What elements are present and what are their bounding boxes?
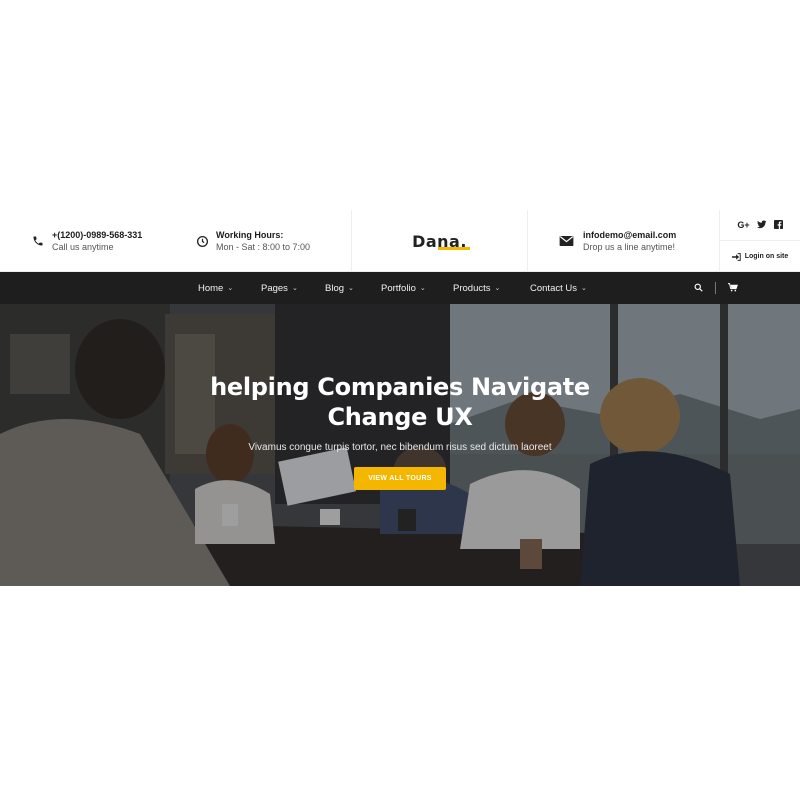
hero-banner: helping Companies Navigate Change UX Viv… bbox=[0, 304, 800, 586]
phone-icon bbox=[30, 233, 46, 249]
chevron-down-icon: ⌄ bbox=[494, 285, 501, 292]
nav-item-label: Blog bbox=[325, 282, 345, 294]
chevron-down-icon: ⌄ bbox=[227, 285, 234, 292]
nav-item-label: Home bbox=[198, 282, 224, 294]
google-plus-icon[interactable]: G+ bbox=[737, 220, 749, 230]
chevron-down-icon: ⌄ bbox=[581, 285, 587, 292]
hero-title: helping Companies Navigate Change UX bbox=[0, 372, 800, 432]
email-info[interactable]: infodemo@email.com Drop us a line anytim… bbox=[558, 210, 718, 272]
site-logo[interactable]: Dana. bbox=[412, 232, 470, 251]
working-hours-value: Mon - Sat : 8:00 to 7:00 bbox=[216, 241, 311, 252]
envelope-icon bbox=[558, 233, 574, 249]
phone-caption: Call us anytime bbox=[52, 241, 114, 252]
hero-title-line-2: Change UX bbox=[327, 403, 473, 431]
nav-item-label: Products bbox=[453, 282, 491, 294]
chevron-down-icon: ⌄ bbox=[419, 285, 426, 292]
divider bbox=[527, 210, 528, 272]
nav-item-pages[interactable]: Pages ⌄ bbox=[261, 272, 298, 304]
cart-icon[interactable] bbox=[728, 279, 738, 297]
main-navigation: Home ⌄ Pages ⌄ Blog ⌄ Portfolio ⌄ Produc… bbox=[0, 272, 800, 304]
email-caption: Drop us a line anytime! bbox=[583, 241, 676, 252]
login-label: Login on site bbox=[744, 253, 789, 260]
twitter-icon[interactable]: t bbox=[756, 219, 767, 231]
top-info-bar: +(1200)-0989-568-331 Call us anytime Wor… bbox=[0, 210, 800, 272]
clock-icon bbox=[194, 233, 210, 249]
sign-in-icon bbox=[731, 248, 741, 266]
nav-item-portfolio[interactable]: Portfolio ⌄ bbox=[381, 272, 426, 304]
working-hours-info: Working Hours: Mon - Sat : 8:00 to 7:00 bbox=[194, 210, 344, 272]
hero-subtitle: Vivamus congue turpis tortor, nec bibend… bbox=[248, 442, 552, 453]
nav-item-products[interactable]: Products ⌄ bbox=[453, 272, 500, 304]
chevron-down-icon: ⌄ bbox=[291, 285, 298, 292]
nav-item-label: Portfolio bbox=[381, 282, 416, 294]
email-address: infodemo@email.com bbox=[583, 229, 677, 240]
nav-item-label: Contact Us bbox=[530, 282, 577, 294]
facebook-icon[interactable]: f bbox=[773, 219, 783, 231]
view-all-tours-button[interactable]: VIEW ALL TOURS bbox=[354, 467, 446, 490]
nav-item-label: Pages bbox=[261, 282, 288, 294]
tool-separator bbox=[715, 282, 716, 294]
search-icon[interactable] bbox=[694, 279, 703, 297]
working-hours-title: Working Hours: bbox=[216, 229, 284, 240]
logo-cell[interactable]: Dana. bbox=[352, 210, 527, 272]
nav-tools bbox=[694, 272, 738, 304]
phone-number: +(1200)-0989-568-331 bbox=[52, 229, 143, 240]
nav-item-blog[interactable]: Blog ⌄ bbox=[325, 272, 354, 304]
login-link[interactable]: Login on site bbox=[720, 241, 800, 272]
nav-item-contact-us[interactable]: Contact Us ⌄ bbox=[530, 272, 587, 304]
hero-title-line-1: helping Companies Navigate bbox=[210, 373, 590, 401]
hero-content: helping Companies Navigate Change UX Viv… bbox=[0, 372, 800, 490]
social-links: G+ t f bbox=[720, 210, 800, 241]
nav-item-home[interactable]: Home ⌄ bbox=[198, 272, 233, 304]
chevron-down-icon: ⌄ bbox=[348, 285, 354, 292]
phone-info[interactable]: +(1200)-0989-568-331 Call us anytime bbox=[30, 210, 170, 272]
